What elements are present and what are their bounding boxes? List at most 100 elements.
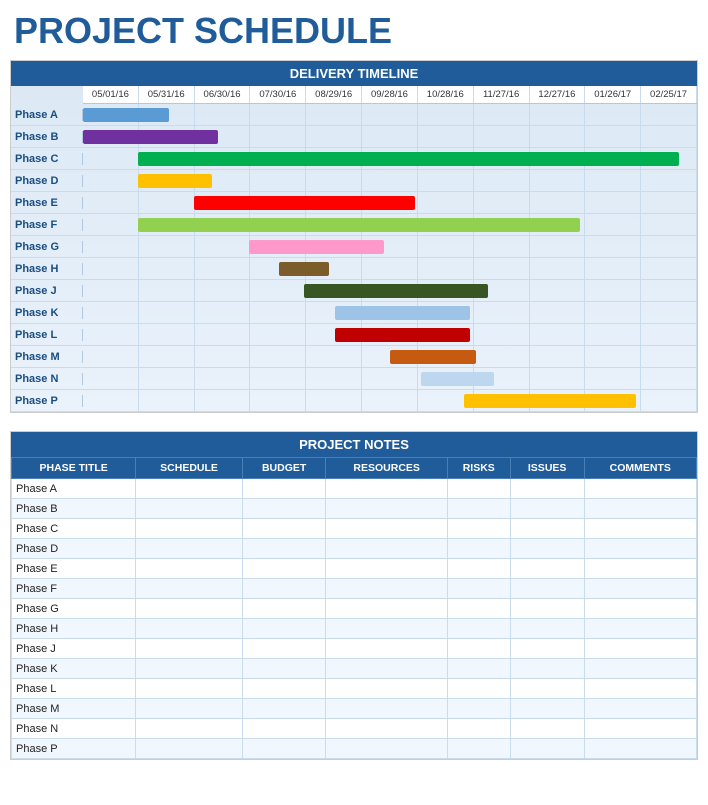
table-row: Phase B xyxy=(12,499,697,519)
notes-cell[interactable] xyxy=(326,619,447,639)
phase-title-cell: Phase D xyxy=(12,539,136,559)
notes-cell[interactable] xyxy=(584,579,696,599)
gantt-date-cell: 10/28/16 xyxy=(418,86,474,103)
notes-cell[interactable] xyxy=(242,659,326,679)
gantt-date-cell: 05/01/16 xyxy=(83,86,139,103)
notes-cell[interactable] xyxy=(136,739,242,759)
notes-cell[interactable] xyxy=(326,719,447,739)
notes-cell[interactable] xyxy=(326,499,447,519)
notes-cell[interactable] xyxy=(136,619,242,639)
notes-cell[interactable] xyxy=(326,679,447,699)
notes-cell[interactable] xyxy=(242,699,326,719)
notes-cell[interactable] xyxy=(242,559,326,579)
notes-cell[interactable] xyxy=(242,499,326,519)
notes-cell[interactable] xyxy=(136,559,242,579)
notes-cell[interactable] xyxy=(136,659,242,679)
notes-cell[interactable] xyxy=(510,579,584,599)
notes-cell[interactable] xyxy=(326,539,447,559)
gantt-bar xyxy=(464,394,636,408)
notes-cell[interactable] xyxy=(584,499,696,519)
gantt-header: DELIVERY TIMELINE xyxy=(11,61,697,86)
notes-cell[interactable] xyxy=(136,719,242,739)
notes-cell[interactable] xyxy=(242,739,326,759)
table-row: Phase H xyxy=(12,619,697,639)
phase-title-cell: Phase C xyxy=(12,519,136,539)
notes-cell[interactable] xyxy=(584,519,696,539)
notes-cell[interactable] xyxy=(510,639,584,659)
notes-cell[interactable] xyxy=(584,659,696,679)
notes-cell[interactable] xyxy=(584,559,696,579)
notes-cell[interactable] xyxy=(447,479,510,499)
notes-cell[interactable] xyxy=(510,719,584,739)
notes-cell[interactable] xyxy=(326,639,447,659)
gantt-bars-area xyxy=(83,390,697,411)
notes-cell[interactable] xyxy=(447,499,510,519)
notes-cell[interactable] xyxy=(510,479,584,499)
notes-cell[interactable] xyxy=(447,539,510,559)
notes-cell[interactable] xyxy=(447,579,510,599)
notes-cell[interactable] xyxy=(242,599,326,619)
gantt-bars-area xyxy=(83,258,697,279)
notes-cell[interactable] xyxy=(584,599,696,619)
notes-cell[interactable] xyxy=(326,699,447,719)
notes-cell[interactable] xyxy=(447,699,510,719)
notes-cell[interactable] xyxy=(242,719,326,739)
notes-cell[interactable] xyxy=(510,539,584,559)
notes-cell[interactable] xyxy=(242,519,326,539)
notes-cell[interactable] xyxy=(510,599,584,619)
notes-cell[interactable] xyxy=(584,479,696,499)
notes-cell[interactable] xyxy=(447,659,510,679)
notes-cell[interactable] xyxy=(584,719,696,739)
notes-cell[interactable] xyxy=(242,639,326,659)
notes-cell[interactable] xyxy=(326,479,447,499)
notes-cell[interactable] xyxy=(584,739,696,759)
notes-cell[interactable] xyxy=(584,699,696,719)
notes-cell[interactable] xyxy=(136,539,242,559)
notes-cell[interactable] xyxy=(326,519,447,539)
notes-cell[interactable] xyxy=(510,739,584,759)
notes-cell[interactable] xyxy=(242,679,326,699)
notes-cell[interactable] xyxy=(584,619,696,639)
notes-cell[interactable] xyxy=(510,679,584,699)
notes-cell[interactable] xyxy=(447,599,510,619)
notes-cell[interactable] xyxy=(326,599,447,619)
notes-cell[interactable] xyxy=(136,519,242,539)
notes-col-header: PHASE TITLE xyxy=(12,458,136,479)
phase-title-cell: Phase M xyxy=(12,699,136,719)
notes-cell[interactable] xyxy=(326,579,447,599)
notes-cell[interactable] xyxy=(447,679,510,699)
notes-cell[interactable] xyxy=(447,519,510,539)
notes-cell[interactable] xyxy=(242,579,326,599)
notes-cell[interactable] xyxy=(447,639,510,659)
notes-cell[interactable] xyxy=(584,539,696,559)
notes-cell[interactable] xyxy=(326,559,447,579)
notes-cell[interactable] xyxy=(136,479,242,499)
notes-cell[interactable] xyxy=(447,619,510,639)
notes-cell[interactable] xyxy=(242,539,326,559)
notes-cell[interactable] xyxy=(510,519,584,539)
notes-cell[interactable] xyxy=(447,739,510,759)
notes-cell[interactable] xyxy=(447,559,510,579)
notes-cell[interactable] xyxy=(136,579,242,599)
notes-cell[interactable] xyxy=(136,599,242,619)
notes-table: PHASE TITLESCHEDULEBUDGETRESOURCESRISKSI… xyxy=(11,457,697,759)
gantt-bar xyxy=(304,284,488,298)
phase-title-cell: Phase A xyxy=(12,479,136,499)
phase-title-cell: Phase N xyxy=(12,719,136,739)
notes-cell[interactable] xyxy=(242,479,326,499)
notes-cell[interactable] xyxy=(510,619,584,639)
notes-cell[interactable] xyxy=(136,699,242,719)
notes-cell[interactable] xyxy=(447,719,510,739)
notes-cell[interactable] xyxy=(510,699,584,719)
notes-cell[interactable] xyxy=(584,639,696,659)
notes-cell[interactable] xyxy=(510,499,584,519)
notes-cell[interactable] xyxy=(136,639,242,659)
notes-cell[interactable] xyxy=(136,499,242,519)
notes-cell[interactable] xyxy=(326,659,447,679)
notes-cell[interactable] xyxy=(326,739,447,759)
notes-cell[interactable] xyxy=(510,659,584,679)
notes-cell[interactable] xyxy=(136,679,242,699)
notes-cell[interactable] xyxy=(242,619,326,639)
notes-cell[interactable] xyxy=(510,559,584,579)
notes-cell[interactable] xyxy=(584,679,696,699)
